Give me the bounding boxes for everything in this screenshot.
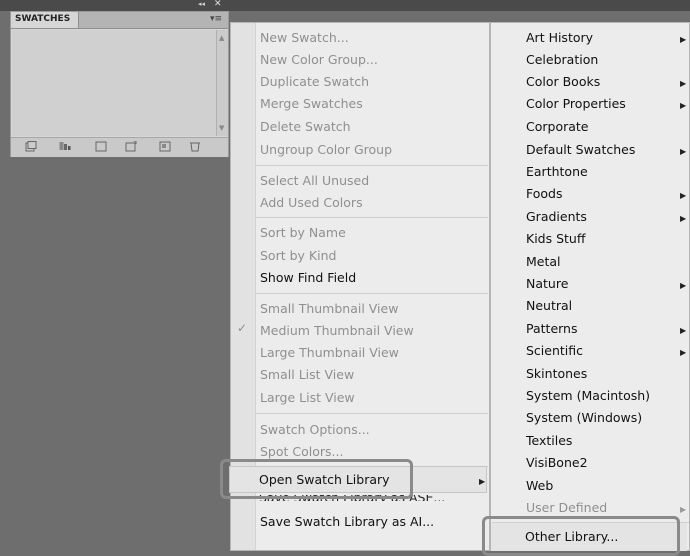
highlight-callout — [220, 459, 413, 499]
scroll-down-icon[interactable]: ▼ — [219, 124, 224, 132]
swatches-content-area — [12, 30, 218, 136]
submenu-item-default-swatches[interactable]: Default Swatches — [526, 139, 635, 161]
menu-item-duplicate-swatch[interactable]: Duplicate Swatch — [260, 71, 369, 93]
menu-item-medium-thumbnail-view[interactable]: Medium Thumbnail View — [260, 320, 414, 342]
submenu-item-scientific[interactable]: Scientific — [526, 340, 583, 362]
menu-separator — [256, 413, 488, 414]
menu-item-swatch-options[interactable]: Swatch Options... — [260, 419, 370, 441]
tab-swatches[interactable]: SWATCHES — [11, 12, 79, 28]
collapse-icon[interactable]: ◂◂ — [198, 0, 205, 8]
menu-separator — [256, 293, 488, 294]
color-properties-arrow-icon: ▶ — [680, 101, 687, 110]
menu-item-save-swatch-library-ai[interactable]: Save Swatch Library as AI... — [260, 511, 434, 533]
menu-item-show-find-field[interactable]: Show Find Field — [260, 267, 356, 289]
submenu-item-system-macintosh[interactable]: System (Macintosh) — [526, 385, 650, 407]
submenu-item-nature[interactable]: Nature — [526, 273, 568, 295]
panel-bottom-toolbar — [11, 137, 228, 157]
checkmark-icon: ✓ — [237, 321, 248, 335]
highlight-callout — [482, 516, 680, 556]
close-icon[interactable]: ✕ — [214, 0, 222, 9]
menu-item-large-thumbnail-view[interactable]: Large Thumbnail View — [260, 342, 399, 364]
submenu-item-visibone2[interactable]: VisiBone2 — [526, 452, 588, 474]
submenu-item-patterns[interactable]: Patterns — [526, 318, 577, 340]
nature-arrow-icon: ▶ — [680, 281, 687, 290]
menu-item-small-thumbnail-view[interactable]: Small Thumbnail View — [260, 298, 398, 320]
submenu-item-kids-stuff[interactable]: Kids Stuff — [526, 228, 585, 250]
user-defined-arrow-icon: ▶ — [680, 505, 687, 514]
panel-menu-icon[interactable]: ▾≡ — [210, 14, 222, 24]
menu-item-small-list-view[interactable]: Small List View — [260, 364, 354, 386]
submenu-item-color-books[interactable]: Color Books — [526, 71, 600, 93]
panel-scrollbar[interactable]: ▲ ▼ — [216, 30, 228, 136]
panel-dock-bar: ◂◂ ✕ — [0, 0, 690, 11]
swatch-library-submenu: Art History Celebration Color Books Colo… — [490, 22, 690, 551]
submenu-item-skintones[interactable]: Skintones — [526, 363, 587, 385]
delete-swatch-icon[interactable] — [189, 141, 201, 152]
submenu-item-corporate[interactable]: Corporate — [526, 116, 589, 138]
menu-item-select-all-unused[interactable]: Select All Unused — [260, 170, 369, 192]
swatches-panel: SWATCHES ▾≡ ▲ ▼ — [10, 11, 229, 157]
submenu-item-neutral[interactable]: Neutral — [526, 295, 572, 317]
panel-tab-row: SWATCHES ▾≡ — [11, 12, 228, 29]
swatch-options-icon[interactable] — [95, 141, 107, 152]
new-color-group-icon[interactable] — [125, 141, 137, 152]
swatch-libraries-icon[interactable] — [25, 141, 37, 152]
color-books-arrow-icon: ▶ — [680, 79, 687, 88]
menu-item-large-list-view[interactable]: Large List View — [260, 387, 355, 409]
submenu-item-celebration[interactable]: Celebration — [526, 49, 598, 71]
submenu-item-foods[interactable]: Foods — [526, 183, 563, 205]
menu-separator — [256, 165, 488, 166]
menu-item-add-used-colors[interactable]: Add Used Colors — [260, 192, 363, 214]
patterns-arrow-icon: ▶ — [680, 326, 687, 335]
submenu-item-textiles[interactable]: Textiles — [526, 430, 572, 452]
menu-separator — [256, 217, 488, 218]
scientific-arrow-icon: ▶ — [680, 348, 687, 357]
submenu-item-art-history[interactable]: Art History — [526, 27, 593, 49]
menu-item-delete-swatch[interactable]: Delete Swatch — [260, 116, 351, 138]
new-swatch-icon[interactable] — [159, 141, 171, 152]
menu-item-sort-by-name[interactable]: Sort by Name — [260, 222, 346, 244]
show-kinds-icon[interactable] — [59, 141, 71, 152]
submenu-item-metal[interactable]: Metal — [526, 251, 561, 273]
submenu-item-web[interactable]: Web — [526, 475, 553, 497]
gradients-arrow-icon: ▶ — [680, 214, 687, 223]
menu-item-ungroup-color-group[interactable]: Ungroup Color Group — [260, 139, 392, 161]
art-history-arrow-icon: ▶ — [680, 35, 687, 44]
submenu-item-color-properties[interactable]: Color Properties — [526, 93, 626, 115]
submenu-item-system-windows[interactable]: System (Windows) — [526, 407, 642, 429]
submenu-arrow-icon: ▶ — [479, 477, 486, 486]
foods-arrow-icon: ▶ — [680, 191, 687, 200]
menu-item-sort-by-kind[interactable]: Sort by Kind — [260, 245, 336, 267]
submenu-item-gradients[interactable]: Gradients — [526, 206, 587, 228]
default-swatches-arrow-icon: ▶ — [680, 147, 687, 156]
menu-item-merge-swatches[interactable]: Merge Swatches — [260, 93, 363, 115]
submenu-item-earthtone[interactable]: Earthtone — [526, 161, 588, 183]
scroll-up-icon[interactable]: ▲ — [219, 34, 224, 42]
menu-item-new-color-group[interactable]: New Color Group... — [260, 49, 378, 71]
menu-item-new-swatch[interactable]: New Swatch... — [260, 27, 349, 49]
